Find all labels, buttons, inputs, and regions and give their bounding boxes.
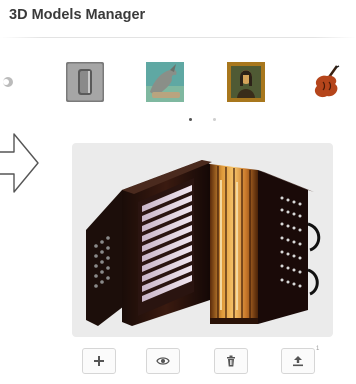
corner-mark: 1 bbox=[316, 346, 320, 352]
page-title: 3D Models Manager bbox=[9, 7, 146, 23]
painting-model-icon[interactable] bbox=[227, 62, 265, 102]
violin-model-icon[interactable] bbox=[307, 62, 345, 102]
dolphin-model-icon[interactable] bbox=[146, 62, 184, 102]
page-dot-active[interactable] bbox=[189, 118, 192, 121]
arrow-right-icon bbox=[0, 128, 40, 198]
add-button[interactable] bbox=[82, 348, 116, 374]
phone-model-icon[interactable] bbox=[66, 62, 104, 102]
models-manager-panel: 3D Models Manager 1 bbox=[0, 0, 356, 384]
upload-icon bbox=[293, 356, 303, 367]
eye-icon bbox=[156, 357, 170, 365]
view-button[interactable] bbox=[146, 348, 180, 374]
carousel-pagination bbox=[186, 118, 226, 124]
model-toolbar: 1 bbox=[0, 346, 356, 380]
delete-button[interactable] bbox=[214, 348, 248, 374]
model-thumb-icon[interactable] bbox=[0, 74, 18, 90]
upload-button[interactable] bbox=[281, 348, 315, 374]
thumbnail-carousel bbox=[0, 62, 356, 121]
model-preview[interactable] bbox=[72, 143, 333, 337]
page-dot[interactable] bbox=[213, 118, 216, 121]
accordion-model-icon bbox=[86, 160, 321, 326]
trash-icon bbox=[227, 355, 235, 367]
plus-icon bbox=[94, 356, 104, 366]
header-divider bbox=[0, 37, 356, 38]
